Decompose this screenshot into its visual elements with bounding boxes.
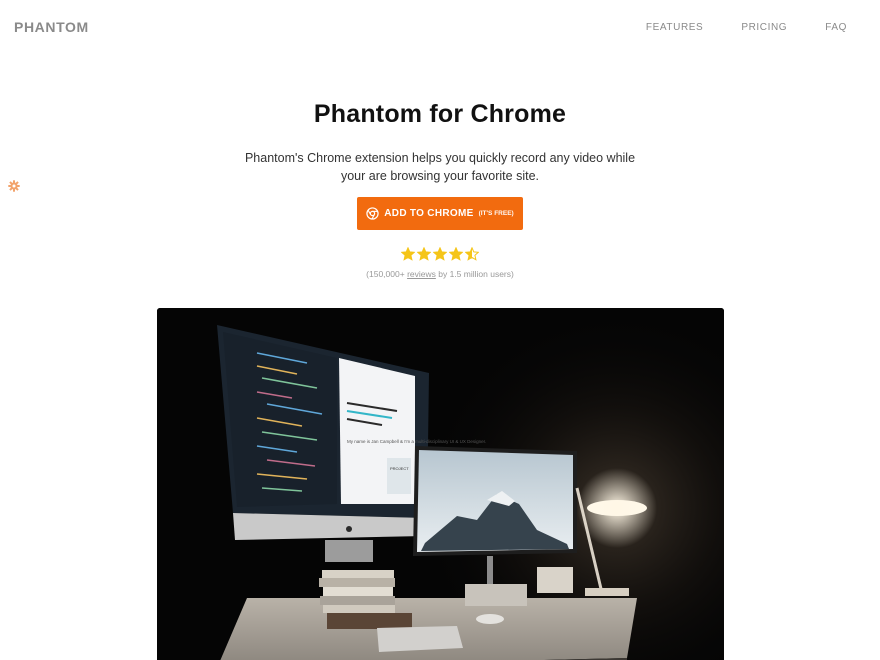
reviews-link[interactable]: reviews bbox=[407, 269, 436, 279]
star-full-icon bbox=[401, 247, 415, 261]
rating-block: (150,000+ reviews by 1.5 million users) bbox=[0, 247, 880, 279]
screen-card-text: PROJECT bbox=[390, 466, 409, 471]
brand-logo[interactable]: PHANTOM bbox=[14, 19, 89, 35]
add-to-chrome-label: ADD TO CHROME bbox=[384, 208, 474, 219]
star-full-icon bbox=[433, 247, 447, 261]
star-full-icon bbox=[449, 247, 463, 261]
chrome-icon bbox=[366, 207, 379, 220]
star-full-icon bbox=[417, 247, 431, 261]
add-to-chrome-button[interactable]: ADD TO CHROME (IT'S FREE) bbox=[357, 197, 523, 230]
nav-links: FEATURES PRICING FAQ bbox=[646, 22, 847, 33]
desk-setup-illustration: My name is Jan Campbell & I'm a multi-di… bbox=[157, 308, 724, 660]
rating-caption: (150,000+ reviews by 1.5 million users) bbox=[0, 269, 880, 279]
nav-link-pricing[interactable]: PRICING bbox=[741, 22, 787, 33]
rating-count: (150,000+ bbox=[366, 269, 405, 279]
top-nav: PHANTOM FEATURES PRICING FAQ bbox=[0, 0, 880, 56]
rating-users: by 1.5 million users) bbox=[438, 269, 514, 279]
hero-section: Phantom for Chrome Phantom's Chrome exte… bbox=[0, 100, 880, 185]
nav-link-features[interactable]: FEATURES bbox=[646, 22, 703, 33]
hero-subtitle: Phantom's Chrome extension helps you qui… bbox=[244, 151, 636, 183]
screen-text: My name is Jan Campbell & I'm a multi-di… bbox=[347, 439, 486, 444]
star-half-icon bbox=[465, 247, 479, 261]
page-title: Phantom for Chrome bbox=[313, 100, 567, 128]
free-note: (IT'S FREE) bbox=[478, 210, 514, 217]
hero-image: My name is Jan Campbell & I'm a multi-di… bbox=[157, 308, 724, 660]
nav-link-faq[interactable]: FAQ bbox=[825, 22, 847, 33]
star-rating bbox=[401, 247, 479, 261]
